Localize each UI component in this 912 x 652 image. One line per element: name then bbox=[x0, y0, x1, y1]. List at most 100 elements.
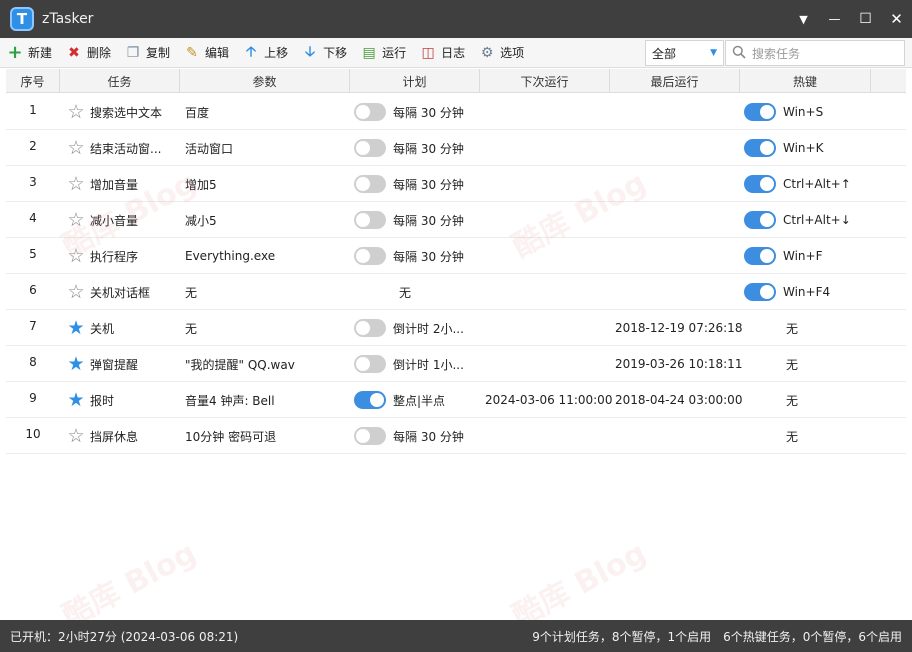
star-icon[interactable]: ☆ bbox=[66, 246, 86, 266]
delete-label: 删除 bbox=[87, 46, 112, 60]
plan-toggle[interactable] bbox=[354, 319, 386, 337]
move-up-button[interactable]: 🡡 上移 bbox=[236, 39, 295, 67]
task-param: "我的提醒" QQ.wav bbox=[185, 357, 295, 372]
delete-button[interactable]: ✖ 删除 bbox=[59, 39, 118, 67]
menu-dropdown-button[interactable]: ▼ bbox=[788, 0, 819, 38]
plan-toggle[interactable] bbox=[354, 391, 386, 409]
plan-toggle[interactable] bbox=[354, 427, 386, 445]
table-row[interactable]: 10 ☆ 挡屏休息 10分钟 密码可退 每隔 30 分钟 无 bbox=[6, 418, 906, 454]
param-cell: 无 bbox=[185, 310, 353, 346]
arrow-down-icon: 🡣 bbox=[305, 43, 316, 60]
hotkey-toggle[interactable] bbox=[744, 175, 776, 193]
task-param: 无 bbox=[185, 285, 198, 300]
plan-toggle[interactable] bbox=[354, 103, 386, 121]
last-run-cell bbox=[615, 166, 743, 202]
task-name: 结束活动窗... bbox=[90, 141, 162, 156]
column-header-hotkey[interactable]: 热键 bbox=[740, 69, 871, 93]
hotkey-value: Ctrl+Alt+↑ bbox=[783, 177, 851, 191]
star-icon[interactable]: ☆ bbox=[66, 282, 86, 302]
column-header-next-run[interactable]: 下次运行 bbox=[480, 69, 610, 93]
toggle-knob bbox=[760, 177, 774, 191]
toggle-knob bbox=[760, 213, 774, 227]
plan-cell: 倒计时 2小... bbox=[354, 310, 480, 346]
table-row[interactable]: 5 ☆ 执行程序 Everything.exe 每隔 30 分钟 Win+F bbox=[6, 238, 906, 274]
plan-toggle[interactable] bbox=[354, 247, 386, 265]
chevron-down-icon: ▼ bbox=[710, 48, 717, 58]
row-number: 9 bbox=[29, 391, 37, 405]
task-table: 1 ☆ 搜索选中文本 百度 每隔 30 分钟 Win+S 2 ☆ 结束活动窗... 活动窗口 每隔 … bbox=[6, 94, 906, 454]
hotkey-cell: 无 bbox=[744, 346, 904, 382]
star-icon[interactable]: ☆ bbox=[66, 138, 86, 158]
hotkey-toggle[interactable] bbox=[744, 139, 776, 157]
plan-toggle[interactable] bbox=[354, 175, 386, 193]
row-number: 6 bbox=[29, 283, 37, 297]
plan-text: 倒计时 1小... bbox=[393, 357, 464, 372]
status-uptime: 已开机：2小时27分 (2024-03-06 08:21) bbox=[10, 629, 239, 644]
task-param: Everything.exe bbox=[185, 249, 276, 263]
hotkey-toggle[interactable] bbox=[744, 103, 776, 121]
search-input[interactable]: 搜索任务 bbox=[725, 40, 905, 66]
hotkey-toggle[interactable] bbox=[744, 247, 776, 265]
star-icon[interactable]: ☆ bbox=[66, 210, 86, 230]
plan-toggle[interactable] bbox=[354, 211, 386, 229]
star-icon[interactable]: ☆ bbox=[66, 102, 86, 122]
plan-cell: 无 bbox=[354, 274, 480, 310]
maximize-button[interactable]: ☐ bbox=[850, 0, 881, 38]
filter-select[interactable]: 全部 ▼ bbox=[645, 40, 724, 66]
new-label: 新建 bbox=[28, 46, 53, 60]
table-row[interactable]: 4 ☆ 减小音量 减小5 每隔 30 分钟 Ctrl+Alt+↓ bbox=[6, 202, 906, 238]
table-row[interactable]: 1 ☆ 搜索选中文本 百度 每隔 30 分钟 Win+S bbox=[6, 94, 906, 130]
toggle-knob bbox=[760, 285, 774, 299]
param-cell: 减小5 bbox=[185, 202, 353, 238]
new-button[interactable]: + 新建 bbox=[0, 39, 59, 67]
plan-toggle[interactable] bbox=[354, 139, 386, 157]
task-name: 挡屏休息 bbox=[90, 429, 139, 444]
hotkey-cell: 无 bbox=[744, 310, 904, 346]
task-name: 报时 bbox=[90, 393, 115, 408]
toggle-knob bbox=[356, 141, 370, 155]
table-row[interactable]: 8 ★ 弹窗提醒 "我的提醒" QQ.wav 倒计时 1小... 2019-03-26 1… bbox=[6, 346, 906, 382]
star-icon[interactable]: ★ bbox=[66, 390, 86, 410]
column-header-last-run[interactable]: 最后运行 bbox=[610, 69, 740, 93]
star-icon[interactable]: ★ bbox=[66, 318, 86, 338]
table-row[interactable]: 2 ☆ 结束活动窗... 活动窗口 每隔 30 分钟 Win+K bbox=[6, 130, 906, 166]
next-run-cell bbox=[485, 310, 613, 346]
run-button[interactable]: ▤ 运行 bbox=[354, 39, 413, 67]
minimize-button[interactable]: — bbox=[819, 0, 850, 38]
last-run-cell: 2018-12-19 07:26:18 bbox=[615, 310, 743, 346]
hotkey-toggle[interactable] bbox=[744, 211, 776, 229]
star-icon[interactable]: ☆ bbox=[66, 426, 86, 446]
hotkey-toggle[interactable] bbox=[744, 283, 776, 301]
table-row[interactable]: 3 ☆ 增加音量 增加5 每隔 30 分钟 Ctrl+Alt+↑ bbox=[6, 166, 906, 202]
table-row[interactable]: 7 ★ 关机 无 倒计时 2小... 2018-12-19 07:26:18 无 bbox=[6, 310, 906, 346]
copy-button[interactable]: ❐ 复制 bbox=[118, 39, 177, 67]
next-run-cell bbox=[485, 274, 613, 310]
close-button[interactable]: ✕ bbox=[881, 0, 912, 38]
move-down-label: 下移 bbox=[323, 46, 348, 60]
move-down-button[interactable]: 🡣 下移 bbox=[295, 39, 354, 67]
plan-cell: 倒计时 1小... bbox=[354, 346, 480, 382]
task-name: 关机对话框 bbox=[90, 285, 151, 300]
column-header-param[interactable]: 参数 bbox=[180, 69, 350, 93]
star-icon[interactable]: ★ bbox=[66, 354, 86, 374]
row-number: 7 bbox=[29, 319, 37, 333]
toolbar: + 新建 ✖ 删除 ❐ 复制 ✎ 编辑 🡡 上移 🡣 下移 ▤ 运行 ◫ 日志 … bbox=[0, 38, 912, 68]
table-row[interactable]: 9 ★ 报时 音量4 钟声: Bell 整点|半点 2024-03-06 11:00:00… bbox=[6, 382, 906, 418]
options-label: 选项 bbox=[500, 46, 525, 60]
options-button[interactable]: ⚙ 选项 bbox=[472, 39, 531, 67]
log-button[interactable]: ◫ 日志 bbox=[413, 39, 472, 67]
run-icon: ▤ bbox=[362, 44, 376, 61]
log-label: 日志 bbox=[441, 46, 466, 60]
column-header-plan[interactable]: 计划 bbox=[350, 69, 480, 93]
edit-button[interactable]: ✎ 编辑 bbox=[177, 39, 236, 67]
star-icon[interactable]: ☆ bbox=[66, 174, 86, 194]
plan-text: 每隔 30 分钟 bbox=[393, 429, 464, 444]
plus-icon: + bbox=[7, 42, 23, 63]
table-row[interactable]: 6 ☆ 关机对话框 无 无 Win+F4 bbox=[6, 274, 906, 310]
next-run-cell bbox=[485, 202, 613, 238]
task-name: 关机 bbox=[90, 321, 115, 336]
plan-toggle[interactable] bbox=[354, 355, 386, 373]
column-header-no[interactable]: 序号 bbox=[6, 69, 60, 93]
column-header-task[interactable]: 任务 bbox=[60, 69, 180, 93]
task-param: 无 bbox=[185, 321, 198, 336]
